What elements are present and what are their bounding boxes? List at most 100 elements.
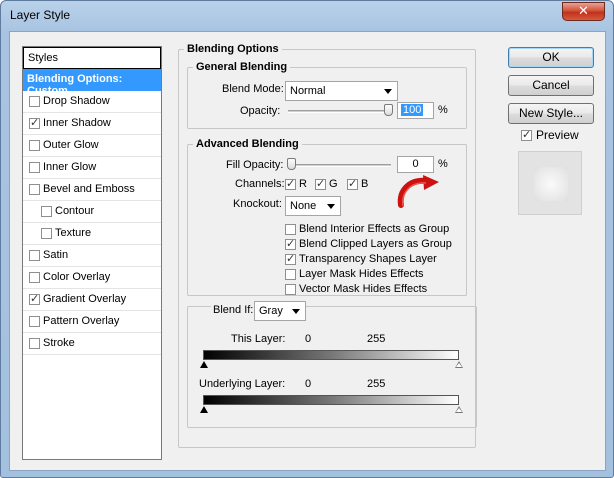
sidebar-item-label: Gradient Overlay <box>43 293 127 305</box>
checkbox[interactable] <box>285 224 296 235</box>
fill-opacity-input[interactable]: 0 <box>397 156 434 173</box>
sidebar-item-label: Stroke <box>43 337 75 349</box>
opacity-value: 100 <box>401 104 424 116</box>
sidebar-item-gradient-overlay[interactable]: Gradient Overlay <box>23 289 161 311</box>
checkbox[interactable] <box>29 292 40 305</box>
general-blending-title: General Blending <box>193 61 291 73</box>
sidebar-item-blending-options-custom[interactable]: Blending Options: Custom <box>23 69 161 97</box>
dialog-body: Styles Blending Options: Custom Drop Shad… <box>9 31 606 471</box>
close-button[interactable]: ✕ <box>562 2 605 21</box>
sidebar-item-inner-shadow[interactable]: Inner Shadow <box>23 113 161 135</box>
dialog-window: Layer Style ✕ Styles Blending Options: C… <box>0 0 614 478</box>
checkbox[interactable] <box>29 162 40 173</box>
advanced-blending-title: Advanced Blending <box>193 138 302 150</box>
sidebar-item-label: Inner Shadow <box>43 117 111 129</box>
sidebar-item-label: Inner Glow <box>43 161 97 173</box>
knockout-value: None <box>290 200 317 212</box>
checkbox[interactable] <box>315 177 326 190</box>
option-label: Layer Mask Hides Effects <box>299 268 424 280</box>
fill-opacity-value: 0 <box>412 158 419 170</box>
sidebar-item-label: Texture <box>55 227 92 239</box>
window-title: Layer Style <box>10 8 71 22</box>
general-blending-group: General Blending Blend Mode: Normal Opac… <box>187 61 467 129</box>
channel-g-label: G <box>329 178 338 190</box>
checkbox[interactable] <box>285 284 296 295</box>
blend-if-select[interactable]: Gray <box>254 301 306 321</box>
checkbox[interactable] <box>29 272 40 283</box>
checkbox[interactable] <box>29 338 40 349</box>
new-style-button[interactable]: New Style... <box>508 103 594 124</box>
divider <box>23 354 161 355</box>
chevron-down-icon <box>292 309 300 314</box>
fill-opacity-slider-track[interactable] <box>291 164 391 167</box>
chevron-down-icon <box>327 204 335 209</box>
checkbox[interactable] <box>285 252 296 265</box>
ok-button[interactable]: OK <box>508 47 594 68</box>
checkbox[interactable] <box>41 206 52 217</box>
blend-mode-select[interactable]: Normal <box>285 81 398 101</box>
checkbox[interactable] <box>29 140 40 151</box>
sidebar-item-label: Pattern Overlay <box>43 315 120 327</box>
sidebar-item-label: Contour <box>55 205 95 217</box>
checkbox[interactable] <box>29 184 40 195</box>
preview-swatch <box>534 167 568 201</box>
checkbox[interactable] <box>347 177 358 190</box>
sidebar-item-contour[interactable]: Contour <box>23 201 161 223</box>
blend-mode-value: Normal <box>290 85 326 97</box>
underlying-layer-gradient <box>203 395 459 405</box>
underlying-layer-high: 255 <box>367 378 386 390</box>
sidebar-item-pattern-overlay[interactable]: Pattern Overlay <box>23 311 161 333</box>
blending-options-title: Blending Options <box>184 43 282 55</box>
styles-list: Styles Blending Options: Custom Drop Shad… <box>22 46 162 460</box>
fill-opacity-slider-thumb[interactable] <box>287 158 296 170</box>
blend-if-group: Blend If: Gray This Layer: 0 255 Underly… <box>187 301 477 428</box>
title-bar[interactable]: Layer Style ✕ <box>1 1 613 31</box>
preview-label: Preview <box>536 128 579 142</box>
sidebar-item-stroke[interactable]: Stroke <box>23 333 161 355</box>
checkbox[interactable] <box>285 177 296 190</box>
annotation-arrow-icon <box>397 175 439 208</box>
checkbox[interactable] <box>29 116 40 129</box>
opacity-label: Opacity: <box>240 105 281 117</box>
channel-b-label: B <box>361 178 369 190</box>
this-layer-low: 0 <box>305 333 312 345</box>
this-layer-label: This Layer: <box>231 333 286 345</box>
chevron-down-icon <box>384 89 392 94</box>
sidebar-item-outer-glow[interactable]: Outer Glow <box>23 135 161 157</box>
this-layer-high: 255 <box>367 333 386 345</box>
blend-mode-label: Blend Mode: <box>222 83 284 95</box>
sidebar-item-drop-shadow[interactable]: Drop Shadow <box>23 91 161 113</box>
knockout-label: Knockout: <box>233 198 282 210</box>
checkbox[interactable] <box>29 96 40 107</box>
opacity-input[interactable]: 100 <box>397 102 434 119</box>
opacity-unit: % <box>438 104 448 116</box>
checkbox[interactable] <box>285 237 296 250</box>
sidebar-item-label: Bevel and Emboss <box>43 183 135 195</box>
opacity-slider-thumb[interactable] <box>384 104 393 116</box>
knockout-select[interactable]: None <box>285 196 341 216</box>
option-label: Blend Clipped Layers as Group <box>299 238 452 250</box>
sidebar-item-label: Color Overlay <box>43 271 111 283</box>
underlying-layer-black-slider[interactable] <box>200 406 208 413</box>
option-label: Transparency Shapes Layer <box>299 253 437 265</box>
sidebar-item-inner-glow[interactable]: Inner Glow <box>23 157 161 179</box>
sidebar-item-satin[interactable]: Satin <box>23 245 161 267</box>
this-layer-white-slider[interactable] <box>455 361 463 368</box>
sidebar-item-texture[interactable]: Texture <box>23 223 161 245</box>
checkbox[interactable] <box>41 228 52 239</box>
checkbox[interactable] <box>285 269 296 280</box>
cancel-button[interactable]: Cancel <box>508 75 594 96</box>
styles-list-header[interactable]: Styles <box>23 47 161 69</box>
underlying-layer-label: Underlying Layer: <box>199 378 286 390</box>
fill-opacity-unit: % <box>438 158 448 170</box>
advanced-blending-group: Advanced Blending Fill Opacity: 0 % Chan… <box>187 138 467 296</box>
checkbox[interactable] <box>521 128 532 141</box>
opacity-slider-track[interactable] <box>288 110 393 113</box>
underlying-layer-white-slider[interactable] <box>455 406 463 413</box>
checkbox[interactable] <box>29 250 40 261</box>
blend-if-value: Gray <box>259 305 283 317</box>
checkbox[interactable] <box>29 316 40 327</box>
sidebar-item-bevel-and-emboss[interactable]: Bevel and Emboss <box>23 179 161 201</box>
this-layer-black-slider[interactable] <box>200 361 208 368</box>
sidebar-item-color-overlay[interactable]: Color Overlay <box>23 267 161 289</box>
